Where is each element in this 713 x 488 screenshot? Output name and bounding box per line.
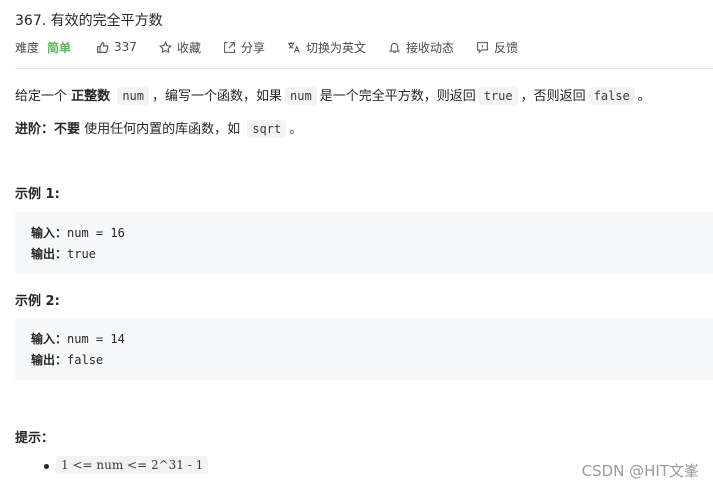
example-2-heading: 示例 2:	[15, 294, 60, 309]
hint-item: 1 <= num <= 2^31 - 1	[56, 456, 209, 474]
hints-heading: 提示：	[15, 431, 55, 446]
difficulty-badge: 简单	[47, 40, 72, 55]
thumbs-up-icon	[97, 41, 109, 53]
advanced-bold: 不要	[54, 122, 81, 137]
collect-button[interactable]: 收藏	[158, 39, 201, 56]
bell-icon	[388, 42, 401, 53]
inline-code: num	[117, 87, 149, 105]
example-1-output: 输出：true	[31, 245, 96, 262]
advanced-text: 。	[289, 122, 303, 137]
description-paragraph: 给定一个 正整数 num ，编写一个函数，如果 num 是一个完全平方数，则返回 tru…	[15, 85, 651, 105]
output-label: 输出：	[31, 247, 68, 261]
output-value: false	[67, 353, 104, 367]
like-button[interactable]: 337	[96, 40, 137, 54]
hint-bullet	[44, 464, 49, 469]
share-button[interactable]: 分享	[223, 39, 265, 56]
switch-language-label: 切换为英文	[305, 40, 366, 55]
desc-text: ，编写一个函数，如果	[152, 89, 283, 104]
desc-text: 。	[637, 89, 651, 104]
input-value: num = 16	[67, 226, 125, 240]
inline-code: sqrt	[247, 120, 287, 138]
translate-icon	[288, 41, 300, 53]
notify-button[interactable]: 接收动态	[388, 39, 454, 56]
watermark: CSDN @HIT文峯	[581, 462, 699, 480]
inline-code: num	[285, 87, 317, 105]
inline-code: false	[588, 87, 635, 105]
desc-bold: 正整数	[71, 89, 111, 104]
desc-text: 给定一个	[15, 89, 68, 104]
inline-code: true	[478, 87, 518, 105]
collect-label: 收藏	[176, 40, 201, 55]
example-2-output: 输出：false	[31, 351, 103, 368]
notify-label: 接收动态	[405, 40, 454, 55]
advanced-label: 进阶：	[15, 122, 55, 137]
feedback-icon	[477, 41, 488, 54]
problem-meta-bar: 难度 简单 337 收藏 分享 切换为英文 接收动态 反馈	[15, 37, 540, 57]
feedback-button[interactable]: 反馈	[476, 39, 518, 56]
example-1-heading: 示例 1:	[15, 187, 60, 202]
switch-language-button[interactable]: 切换为英文	[287, 39, 366, 56]
example-1-block: 输入：num = 16 输出：true	[15, 212, 713, 274]
like-count: 337	[114, 40, 137, 54]
share-label: 分享	[240, 40, 265, 55]
advanced-paragraph: 进阶：不要 使用任何内置的库函数，如 sqrt。	[15, 118, 303, 138]
share-icon	[224, 41, 235, 53]
star-icon	[158, 40, 172, 53]
difficulty-label: 难度	[15, 40, 40, 55]
example-2-input: 输入：num = 14	[31, 330, 125, 347]
header-divider	[15, 68, 713, 69]
advanced-text: 使用任何内置的库函数，如	[84, 122, 241, 137]
feedback-label: 反馈	[494, 40, 519, 55]
problem-title: 367. 有效的完全平方数	[15, 13, 163, 29]
desc-text: 是一个完全平方数，则返回	[319, 89, 476, 104]
example-2-block: 输入：num = 14 输出：false	[15, 318, 713, 380]
input-label: 输入：	[31, 226, 68, 240]
desc-text: ，否则返回	[520, 89, 586, 104]
output-value: true	[67, 247, 96, 261]
example-1-input: 输入：num = 16	[31, 224, 125, 241]
input-label: 输入：	[31, 332, 68, 346]
output-label: 输出：	[31, 353, 68, 367]
input-value: num = 14	[67, 332, 125, 346]
